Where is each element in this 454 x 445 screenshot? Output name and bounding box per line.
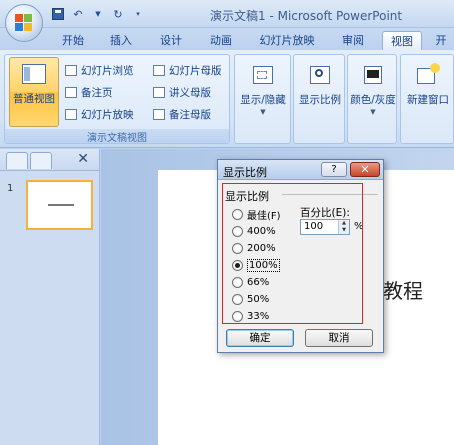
slide-show-label: 幻灯片放映 bbox=[81, 108, 134, 121]
handout-master-icon bbox=[153, 86, 165, 98]
thumbnail-title-line bbox=[48, 204, 74, 206]
notes-master-label: 备注母版 bbox=[169, 108, 211, 121]
color-grayscale-button[interactable]: 颜色/灰度 ▼ bbox=[348, 59, 398, 125]
color-grayscale-label: 颜色/灰度 bbox=[350, 94, 396, 106]
slide-number: 1 bbox=[7, 183, 14, 194]
slide-sorter-button[interactable]: 幻灯片浏览 bbox=[65, 61, 134, 79]
outline-tab[interactable] bbox=[30, 152, 52, 169]
notes-page-label: 备注页 bbox=[81, 86, 113, 99]
title-bar: ↶ ▼ ↻ ▾ 演示文稿1 - Microsoft PowerPoint bbox=[0, 0, 454, 28]
new-window-icon bbox=[414, 63, 442, 89]
notes-master-icon bbox=[153, 108, 165, 120]
new-window-button[interactable]: 新建窗口 bbox=[401, 59, 454, 125]
undo-button[interactable]: ↶ bbox=[70, 6, 86, 22]
office-button[interactable] bbox=[5, 4, 43, 42]
notes-page-button[interactable]: 备注页 bbox=[65, 83, 113, 101]
slide-show-icon bbox=[65, 108, 77, 120]
tab-design[interactable]: 设计 bbox=[153, 31, 189, 50]
zoom-dialog: 显示比例 ? ✕ 显示比例 最佳(F) 400% 200% 100% 66% 5… bbox=[217, 159, 384, 353]
normal-view-label: 普通视图 bbox=[13, 93, 55, 105]
slides-tab[interactable] bbox=[6, 152, 28, 169]
ribbon: 普通视图 幻灯片浏览 备注页 幻灯片放映 幻灯片母版 讲义母版 备注母版 演示文… bbox=[0, 50, 454, 148]
slide-master-button[interactable]: 幻灯片母版 bbox=[153, 61, 222, 79]
chevron-down-icon: ▼ bbox=[260, 108, 266, 116]
slide-show-button[interactable]: 幻灯片放映 bbox=[65, 105, 134, 123]
show-hide-group: 显示/隐藏 ▼ bbox=[234, 54, 291, 144]
tab-slide-show[interactable]: 幻灯片放映 bbox=[254, 31, 320, 50]
office-logo-icon bbox=[15, 14, 33, 32]
slide-sorter-label: 幻灯片浏览 bbox=[81, 64, 134, 77]
cancel-button[interactable]: 取消 bbox=[305, 329, 373, 347]
slide-thumbnail[interactable] bbox=[26, 180, 93, 230]
window-group: 新建窗口 bbox=[400, 54, 454, 144]
tab-view[interactable]: 视图 bbox=[382, 31, 422, 50]
chevron-down-icon: ▾ bbox=[136, 10, 140, 18]
handout-master-label: 讲义母版 bbox=[169, 86, 211, 99]
zoom-label: 显示比例 bbox=[299, 94, 341, 106]
normal-view-icon bbox=[20, 62, 48, 88]
quick-access-toolbar: ↶ ▼ ↻ ▾ bbox=[50, 6, 146, 22]
save-button[interactable] bbox=[50, 6, 66, 22]
presentation-views-group: 普通视图 幻灯片浏览 备注页 幻灯片放映 幻灯片母版 讲义母版 备注母版 演示文… bbox=[4, 54, 230, 144]
tab-review[interactable]: 审阅 bbox=[335, 31, 371, 50]
redo-button[interactable]: ↻ bbox=[110, 6, 126, 22]
help-button[interactable]: ? bbox=[321, 162, 347, 177]
dialog-title-bar[interactable]: 显示比例 ? ✕ bbox=[218, 160, 383, 180]
tab-extra[interactable]: 开 bbox=[428, 31, 454, 50]
tab-animations[interactable]: 动画 bbox=[203, 31, 239, 50]
color-grayscale-group: 颜色/灰度 ▼ bbox=[347, 54, 397, 144]
slides-pane: ✕ 1 bbox=[0, 149, 100, 445]
normal-view-button[interactable]: 普通视图 bbox=[9, 57, 59, 127]
new-window-label: 新建窗口 bbox=[407, 94, 449, 106]
slide-sorter-icon bbox=[65, 64, 77, 76]
magnifier-icon bbox=[306, 63, 334, 89]
show-hide-label: 显示/隐藏 bbox=[240, 94, 286, 106]
color-grayscale-icon bbox=[359, 63, 387, 89]
zoom-button[interactable]: 显示比例 bbox=[295, 59, 345, 125]
close-icon[interactable]: ✕ bbox=[77, 151, 89, 167]
group-label: 演示文稿视图 bbox=[5, 129, 229, 144]
pane-tabs: ✕ bbox=[0, 149, 99, 171]
show-hide-icon bbox=[249, 63, 277, 89]
ok-button[interactable]: 确定 bbox=[226, 329, 294, 347]
show-hide-button[interactable]: 显示/隐藏 ▼ bbox=[237, 59, 289, 125]
undo-dropdown-button[interactable]: ▼ bbox=[90, 6, 106, 22]
tab-home[interactable]: 开始 bbox=[55, 31, 91, 50]
dialog-body: 显示比例 最佳(F) 400% 200% 100% 66% 50% 33% 百分… bbox=[218, 181, 383, 352]
slide-text[interactable]: 教程 bbox=[383, 275, 423, 304]
notes-master-button[interactable]: 备注母版 bbox=[153, 105, 211, 123]
zoom-group: 显示比例 bbox=[293, 54, 345, 144]
slide-master-label: 幻灯片母版 bbox=[169, 64, 222, 77]
ribbon-tabs: 开始 插入 设计 动画 幻灯片放映 审阅 视图 开 bbox=[0, 28, 454, 50]
chevron-down-icon: ▼ bbox=[370, 108, 376, 116]
close-button[interactable]: ✕ bbox=[350, 162, 380, 177]
tab-insert[interactable]: 插入 bbox=[103, 31, 139, 50]
notes-page-icon bbox=[65, 86, 77, 98]
customize-qat-button[interactable]: ▾ bbox=[130, 6, 146, 22]
highlight-box bbox=[222, 183, 363, 324]
redo-icon: ↻ bbox=[113, 7, 123, 21]
window-title: 演示文稿1 - Microsoft PowerPoint bbox=[210, 9, 403, 23]
undo-icon: ↶ bbox=[73, 7, 83, 21]
chevron-down-icon: ▼ bbox=[95, 10, 101, 18]
handout-master-button[interactable]: 讲义母版 bbox=[153, 83, 211, 101]
save-icon bbox=[52, 8, 64, 20]
dialog-title: 显示比例 bbox=[223, 166, 267, 179]
slide-master-icon bbox=[153, 64, 165, 76]
